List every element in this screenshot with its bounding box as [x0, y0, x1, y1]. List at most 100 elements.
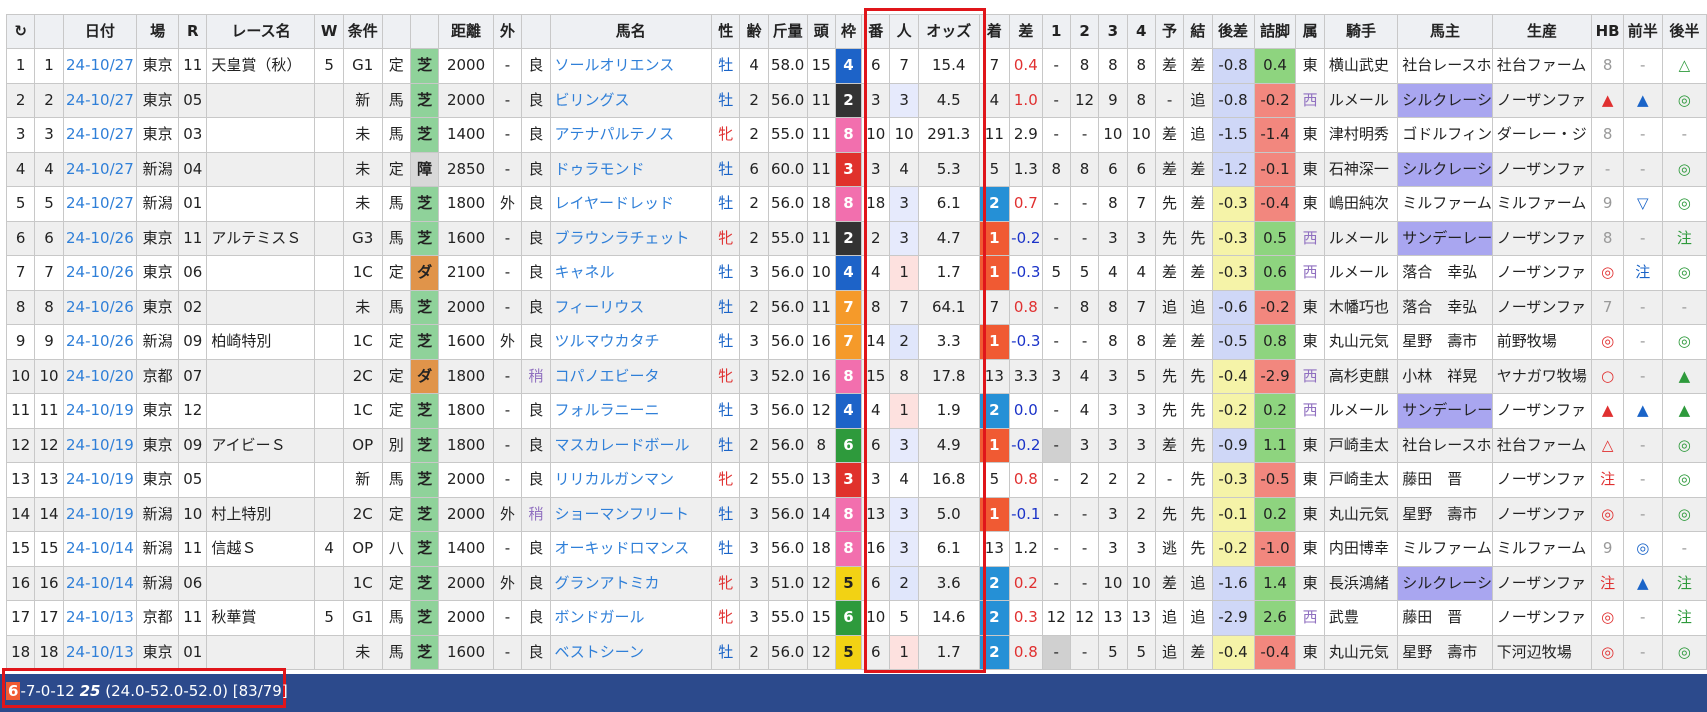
- table-row[interactable]: 1 1 24-10/27 東京 11 天皇賞（秋） 5 G1 定芝 2000- 良ソールオリエンス牡…: [5, 48, 1707, 84]
- col-header-bracket[interactable]: 枠: [834, 14, 863, 49]
- race-date[interactable]: 24-10/26: [62, 289, 138, 325]
- col-header-race-venue[interactable]: 場: [136, 14, 180, 49]
- col-header-predicted-style[interactable]: 予: [1154, 14, 1185, 49]
- col-header-gate[interactable]: 番: [861, 14, 891, 49]
- race-name[interactable]: 秋華賞: [206, 600, 316, 636]
- col-header-closing-speed[interactable]: 詰脚: [1253, 14, 1297, 49]
- race-name[interactable]: [206, 565, 316, 601]
- col-header-actual-style[interactable]: 結: [1183, 14, 1213, 49]
- race-date[interactable]: 24-10/20: [62, 358, 138, 394]
- horse-name[interactable]: ショーマンフリート: [549, 496, 713, 532]
- col-header-field-size[interactable]: 頭: [806, 14, 836, 49]
- race-date[interactable]: 24-10/27: [62, 82, 138, 118]
- col-header-jockey[interactable]: 騎手: [1323, 14, 1399, 49]
- col-header-going[interactable]: [521, 14, 551, 49]
- race-date[interactable]: 24-10/26: [62, 324, 138, 360]
- race-name[interactable]: 柏崎特別: [206, 324, 316, 360]
- horse-name[interactable]: ツルマウカタチ: [549, 324, 713, 360]
- race-name[interactable]: [206, 255, 316, 291]
- horse-name[interactable]: アテナパルテノス: [549, 117, 713, 153]
- col-header-horse-name[interactable]: 馬名: [549, 14, 713, 49]
- horse-name[interactable]: グランアトミカ: [549, 565, 713, 601]
- col-header-track-type[interactable]: [409, 14, 440, 49]
- race-name[interactable]: [206, 393, 316, 429]
- table-row[interactable]: 14 14 24-10/19 新潟 10 村上特別 2C 定芝 2000 外稍ショーマンフリート牡…: [5, 496, 1707, 532]
- horse-name[interactable]: フィーリウス: [549, 289, 713, 325]
- race-date[interactable]: 24-10/26: [62, 220, 138, 256]
- col-header-hb-mark[interactable]: HB: [1591, 14, 1624, 49]
- col-header-race-weight-class[interactable]: W: [314, 14, 344, 49]
- col-header-first-half-mark[interactable]: 前半: [1622, 14, 1663, 49]
- race-name[interactable]: 天皇賞（秋）: [206, 48, 316, 84]
- col-header-sex[interactable]: 性: [711, 14, 741, 49]
- table-row[interactable]: 6 6 24-10/26 東京 11 アルテミスＳ G3 馬芝 1600- 良ブラウンラチェット牝…: [5, 220, 1707, 256]
- col-header-race-kind[interactable]: [381, 14, 411, 49]
- col-header-race-condition[interactable]: 条件: [342, 14, 383, 49]
- race-name[interactable]: [206, 358, 316, 394]
- col-header-odds[interactable]: オッズ: [917, 14, 980, 49]
- table-row[interactable]: 13 13 24-10/19 東京 05 新馬芝 2000- 良リリカルガンマン牝 2 55.0 1…: [5, 462, 1707, 498]
- col-header-pos-2[interactable]: 2: [1069, 14, 1100, 49]
- race-date[interactable]: 24-10/19: [62, 496, 138, 532]
- horse-name[interactable]: ソールオリエンス: [549, 48, 713, 84]
- race-name[interactable]: 信越Ｓ: [206, 531, 316, 567]
- horse-name[interactable]: ビリングス: [549, 82, 713, 118]
- race-name[interactable]: [206, 462, 316, 498]
- table-row[interactable]: 16 16 24-10/14 新潟 06 1C 定芝 2000 外良グランアトミカ牝 3 51.0 1…: [5, 565, 1707, 601]
- table-row[interactable]: 12 12 24-10/19 東京 09 アイビーＳ OP 別芝 1800- 良マスカレードボール…: [5, 427, 1707, 463]
- col-header-second-half-mark[interactable]: 後半: [1661, 14, 1707, 49]
- refresh-icon[interactable]: ↻: [5, 14, 36, 49]
- col-header-race-number[interactable]: [34, 14, 64, 49]
- table-row[interactable]: 10 10 24-10/20 京都 07 2C 定ダ 1800- 稍コパノエビータ牝 3 52.0 1…: [5, 358, 1707, 394]
- table-row[interactable]: 2 2 24-10/27 東京 05 新馬芝 2000- 良ビリングス牡 2 56.0 11 2 3 3 4…: [5, 82, 1707, 118]
- table-row[interactable]: 11 11 24-10/19 東京 12 1C 定芝 1800- 良フォルラニーニ牡 3 56.0 1…: [5, 393, 1707, 429]
- horse-name[interactable]: レイヤードレッド: [549, 186, 713, 222]
- race-date[interactable]: 24-10/14: [62, 531, 138, 567]
- race-name[interactable]: [206, 82, 316, 118]
- col-header-race-round[interactable]: R: [178, 14, 208, 49]
- race-name[interactable]: アルテミスＳ: [206, 220, 316, 256]
- table-row[interactable]: 4 4 24-10/27 新潟 04 未定障 2850- 良ドゥラモンド牡 6 60.0 11 3 3 4…: [5, 151, 1707, 187]
- race-date[interactable]: 24-10/19: [62, 393, 138, 429]
- col-header-carried-weight[interactable]: 斤量: [767, 14, 808, 49]
- horse-name[interactable]: ドゥラモンド: [549, 151, 713, 187]
- col-header-pos-3[interactable]: 3: [1098, 14, 1128, 49]
- table-row[interactable]: 17 17 24-10/13 京都 11 秋華賞 5 G1 馬芝 2000- 良ボンドガール牝 3 55…: [5, 600, 1707, 636]
- col-header-age[interactable]: 齢: [739, 14, 769, 49]
- race-name[interactable]: [206, 186, 316, 222]
- table-row[interactable]: 7 7 24-10/26 東京 06 1C 定ダ 2100- 良キャネル牡 3 56.0 10 4 4 1 1…: [5, 255, 1707, 291]
- col-header-margin[interactable]: 差: [1009, 14, 1043, 49]
- horse-name[interactable]: ベストシーン: [549, 634, 713, 670]
- col-header-race-name[interactable]: レース名: [206, 14, 316, 49]
- race-date[interactable]: 24-10/19: [62, 462, 138, 498]
- race-date[interactable]: 24-10/19: [62, 427, 138, 463]
- col-header-late-gap[interactable]: 後差: [1211, 14, 1255, 49]
- race-name[interactable]: アイビーＳ: [206, 427, 316, 463]
- race-date[interactable]: 24-10/13: [62, 600, 138, 636]
- race-name[interactable]: [206, 151, 316, 187]
- table-row[interactable]: 8 8 24-10/26 東京 02 未馬芝 2000- 良フィーリウス牡 2 56.0 11 7 8 7…: [5, 289, 1707, 325]
- col-header-pos-1[interactable]: 1: [1041, 14, 1071, 49]
- col-header-race-date[interactable]: 日付: [62, 14, 138, 49]
- horse-name[interactable]: ブラウンラチェット: [549, 220, 713, 256]
- race-name[interactable]: [206, 117, 316, 153]
- table-row[interactable]: 3 3 24-10/27 東京 03 未馬芝 1400- 良アテナパルテノス牝 2 55.0 11 8…: [5, 117, 1707, 153]
- horse-name[interactable]: キャネル: [549, 255, 713, 291]
- race-date[interactable]: 24-10/14: [62, 565, 138, 601]
- col-header-pos-4[interactable]: 4: [1126, 14, 1156, 49]
- horse-name[interactable]: マスカレードボール: [549, 427, 713, 463]
- race-date[interactable]: 24-10/27: [62, 117, 138, 153]
- table-row[interactable]: 15 15 24-10/14 新潟 11 信越Ｓ 4 OP 八芝 1400- 良オーキッドロマンス牡…: [5, 531, 1707, 567]
- horse-name[interactable]: コパノエビータ: [549, 358, 713, 394]
- col-header-owner[interactable]: 馬主: [1397, 14, 1493, 49]
- horse-name[interactable]: ボンドガール: [549, 600, 713, 636]
- race-name[interactable]: [206, 289, 316, 325]
- col-header-popularity[interactable]: 人: [889, 14, 919, 49]
- race-name[interactable]: 村上特別: [206, 496, 316, 532]
- horse-name[interactable]: オーキッドロマンス: [549, 531, 713, 567]
- col-header-distance[interactable]: 距離: [438, 14, 494, 49]
- table-row[interactable]: 18 18 24-10/13 東京 01 未馬芝 1600- 良ベストシーン牡 2 56.0 12 5…: [5, 634, 1707, 670]
- col-header-stable-region[interactable]: 属: [1295, 14, 1325, 49]
- race-name[interactable]: [206, 634, 316, 670]
- col-header-breeder[interactable]: 生産: [1491, 14, 1593, 49]
